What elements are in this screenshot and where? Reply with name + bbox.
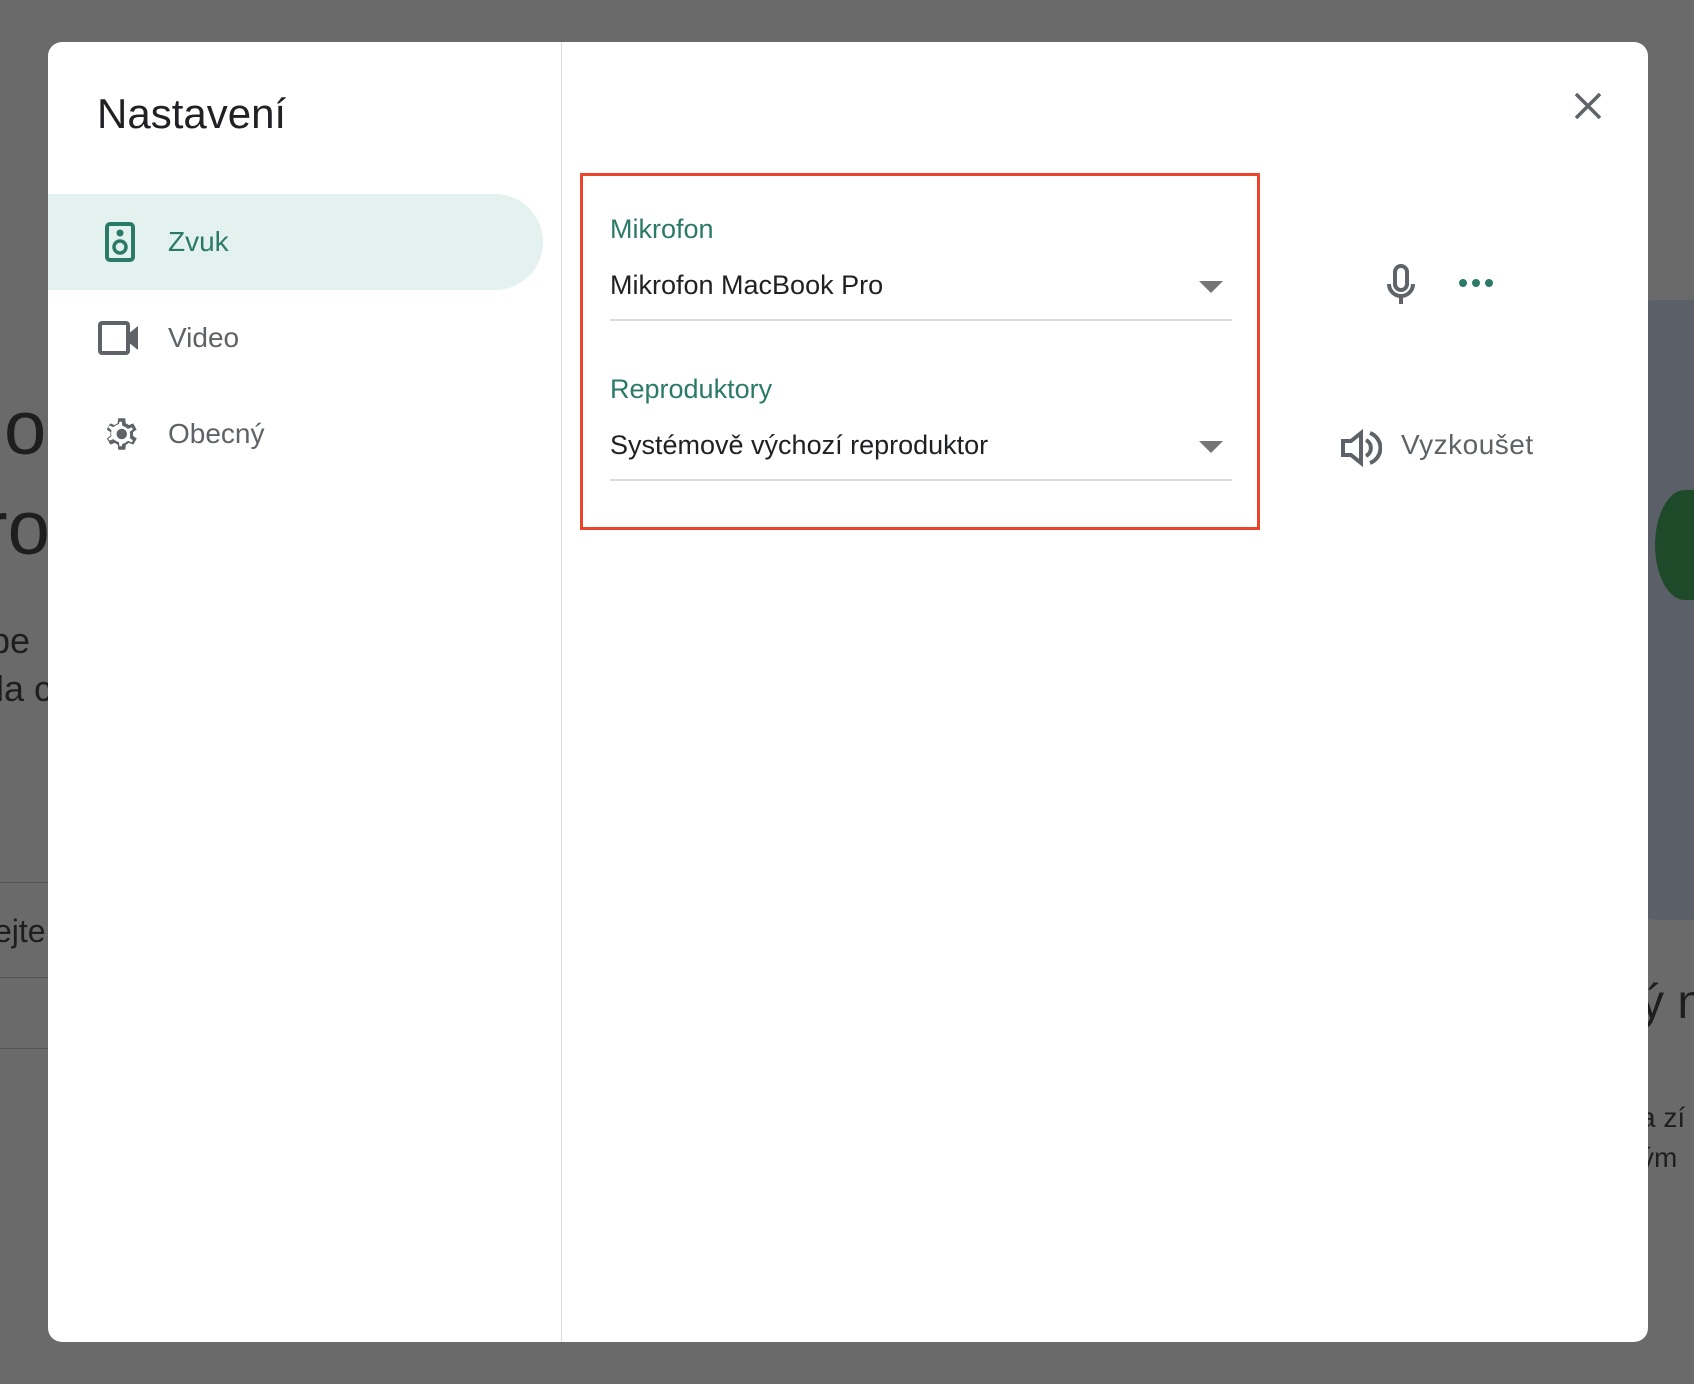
volume-icon [1341,428,1383,468]
background-text: o [4,386,47,471]
close-button[interactable] [1568,86,1608,126]
background-text: pro [0,486,50,571]
microphone-icon[interactable] [1385,264,1417,313]
videocam-icon [98,316,142,360]
nav-label: Obecný [168,418,265,449]
dropdown-arrow-icon[interactable] [1199,441,1223,453]
settings-dialog: Nastavení Zvuk Video Obecný Mikrofon Mik… [48,42,1648,1342]
microphone-select[interactable]: Mikrofon MacBook Pro [610,270,1232,301]
background-divider [0,977,48,978]
test-speakers-label[interactable]: Vyzkoušet [1401,429,1534,461]
more-options-icon[interactable] [1457,276,1495,294]
speakers-underline [610,479,1232,481]
speaker-icon [98,220,142,264]
nav-label: Video [168,322,240,353]
close-icon [1574,92,1602,120]
nav-item-general[interactable]: Obecný [48,386,543,482]
dropdown-arrow-icon[interactable] [1199,281,1223,293]
microphone-label: Mikrofon [610,214,714,244]
background-text: yla c [0,668,53,709]
background-text: ý n [1640,976,1694,1029]
test-speakers-button[interactable] [1340,428,1383,473]
dialog-title: Nastavení [97,90,287,137]
background-divider [0,1048,48,1049]
speakers-select[interactable]: Systémově výchozí reproduktor [610,430,1232,461]
background-divider [0,882,48,883]
speakers-label: Reproduktory [610,374,773,404]
background-text: be [0,620,31,661]
divider [561,42,562,1342]
nav-item-video[interactable]: Video [48,290,543,386]
gear-icon [98,412,142,456]
nav-item-audio[interactable]: Zvuk [48,194,543,290]
background-text: ejte [0,913,46,949]
nav-label: Zvuk [168,226,229,257]
microphone-underline [610,319,1232,321]
